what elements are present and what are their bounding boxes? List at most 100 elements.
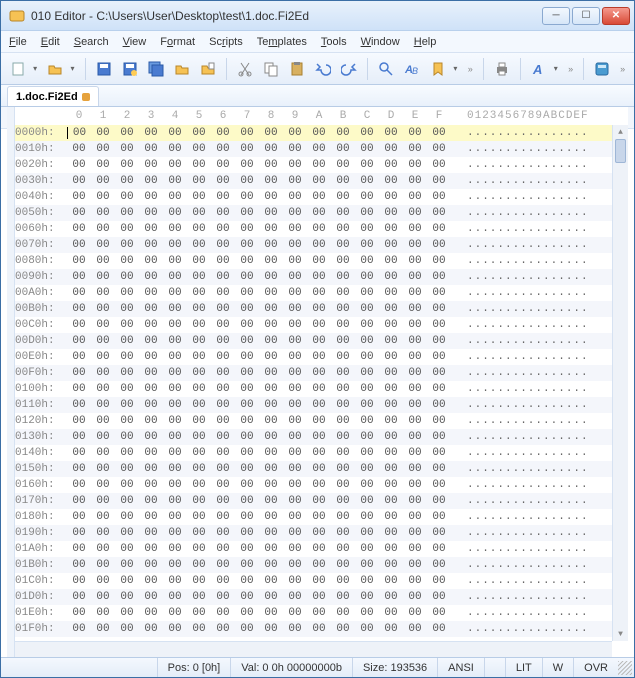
calc-button[interactable]: [591, 57, 613, 81]
byte[interactable]: 00: [379, 399, 403, 411]
ascii[interactable]: ................: [467, 159, 589, 171]
byte[interactable]: 00: [163, 287, 187, 299]
byte[interactable]: 00: [115, 127, 139, 139]
byte[interactable]: 00: [259, 335, 283, 347]
byte[interactable]: 00: [115, 399, 139, 411]
byte[interactable]: 00: [163, 495, 187, 507]
byte[interactable]: 00: [307, 607, 331, 619]
byte[interactable]: 00: [307, 623, 331, 635]
ascii[interactable]: ................: [467, 399, 589, 411]
ascii[interactable]: ................: [467, 591, 589, 603]
byte[interactable]: 00: [211, 559, 235, 571]
byte[interactable]: 00: [67, 575, 91, 587]
byte[interactable]: 00: [187, 255, 211, 267]
cut-button[interactable]: [234, 57, 256, 81]
byte[interactable]: 00: [307, 319, 331, 331]
byte[interactable]: 00: [67, 335, 91, 347]
byte[interactable]: 00: [235, 191, 259, 203]
byte[interactable]: 00: [211, 319, 235, 331]
byte[interactable]: 00: [139, 415, 163, 427]
hex-row[interactable]: 0160h:00000000000000000000000000000000..…: [15, 477, 628, 493]
byte[interactable]: 00: [67, 351, 91, 363]
byte[interactable]: 00: [331, 527, 355, 539]
byte[interactable]: 00: [403, 543, 427, 555]
byte[interactable]: 00: [307, 191, 331, 203]
byte[interactable]: 00: [427, 559, 451, 571]
byte[interactable]: 00: [403, 463, 427, 475]
byte[interactable]: 00: [403, 367, 427, 379]
byte[interactable]: 00: [307, 447, 331, 459]
byte[interactable]: 00: [91, 287, 115, 299]
byte[interactable]: 00: [67, 479, 91, 491]
byte[interactable]: 00: [331, 335, 355, 347]
byte[interactable]: 00: [355, 271, 379, 283]
byte[interactable]: 00: [307, 367, 331, 379]
hex-editor[interactable]: 0123456789ABCDEF 0123456789ABCDEF 0000h:…: [15, 107, 628, 657]
byte[interactable]: 00: [163, 319, 187, 331]
byte[interactable]: 00: [163, 575, 187, 587]
byte[interactable]: 00: [211, 607, 235, 619]
byte[interactable]: 00: [235, 447, 259, 459]
byte[interactable]: 00: [187, 527, 211, 539]
hex-row[interactable]: 0050h:00000000000000000000000000000000..…: [15, 205, 628, 221]
menu-help[interactable]: Help: [414, 36, 437, 48]
hex-row[interactable]: 0120h:00000000000000000000000000000000..…: [15, 413, 628, 429]
hex-row[interactable]: 0190h:00000000000000000000000000000000..…: [15, 525, 628, 541]
byte[interactable]: 00: [235, 351, 259, 363]
byte[interactable]: 00: [139, 319, 163, 331]
byte[interactable]: 00: [307, 303, 331, 315]
byte[interactable]: 00: [355, 415, 379, 427]
byte[interactable]: 00: [211, 527, 235, 539]
byte[interactable]: 00: [187, 239, 211, 251]
maximize-button[interactable]: ☐: [572, 7, 600, 25]
byte[interactable]: 00: [235, 575, 259, 587]
byte[interactable]: 00: [379, 207, 403, 219]
byte[interactable]: 00: [235, 159, 259, 171]
byte[interactable]: 00: [211, 335, 235, 347]
byte[interactable]: 00: [427, 447, 451, 459]
byte[interactable]: 00: [67, 239, 91, 251]
byte[interactable]: 00: [67, 255, 91, 267]
undo-button[interactable]: [312, 57, 334, 81]
byte[interactable]: 00: [187, 415, 211, 427]
byte[interactable]: 00: [187, 543, 211, 555]
ascii[interactable]: ................: [467, 287, 589, 299]
byte[interactable]: 00: [139, 335, 163, 347]
byte[interactable]: 00: [187, 191, 211, 203]
byte[interactable]: 00: [283, 607, 307, 619]
byte[interactable]: 00: [403, 223, 427, 235]
byte[interactable]: 00: [91, 511, 115, 523]
byte[interactable]: 00: [187, 591, 211, 603]
byte[interactable]: 00: [91, 447, 115, 459]
byte[interactable]: 00: [331, 543, 355, 555]
byte[interactable]: 00: [139, 431, 163, 443]
status-ansi[interactable]: ANSI: [437, 658, 484, 677]
byte[interactable]: 00: [403, 511, 427, 523]
byte[interactable]: 00: [211, 415, 235, 427]
byte[interactable]: 00: [163, 191, 187, 203]
hex-row[interactable]: 01E0h:00000000000000000000000000000000..…: [15, 605, 628, 621]
byte[interactable]: 00: [163, 255, 187, 267]
byte[interactable]: 00: [427, 303, 451, 315]
byte[interactable]: 00: [139, 479, 163, 491]
byte[interactable]: 00: [139, 191, 163, 203]
byte[interactable]: 00: [235, 255, 259, 267]
byte[interactable]: 00: [379, 175, 403, 187]
byte[interactable]: 00: [211, 543, 235, 555]
byte[interactable]: 00: [115, 575, 139, 587]
byte[interactable]: 00: [91, 607, 115, 619]
byte[interactable]: 00: [115, 511, 139, 523]
byte[interactable]: 00: [211, 159, 235, 171]
ascii[interactable]: ................: [467, 543, 589, 555]
byte[interactable]: 00: [283, 527, 307, 539]
byte[interactable]: 00: [139, 175, 163, 187]
byte[interactable]: 00: [403, 591, 427, 603]
byte[interactable]: 00: [283, 463, 307, 475]
byte[interactable]: 00: [187, 175, 211, 187]
byte[interactable]: 00: [91, 431, 115, 443]
hex-row[interactable]: 01A0h:00000000000000000000000000000000..…: [15, 541, 628, 557]
byte[interactable]: 00: [115, 591, 139, 603]
ascii[interactable]: ................: [467, 495, 589, 507]
byte[interactable]: 00: [427, 399, 451, 411]
byte[interactable]: 00: [163, 351, 187, 363]
